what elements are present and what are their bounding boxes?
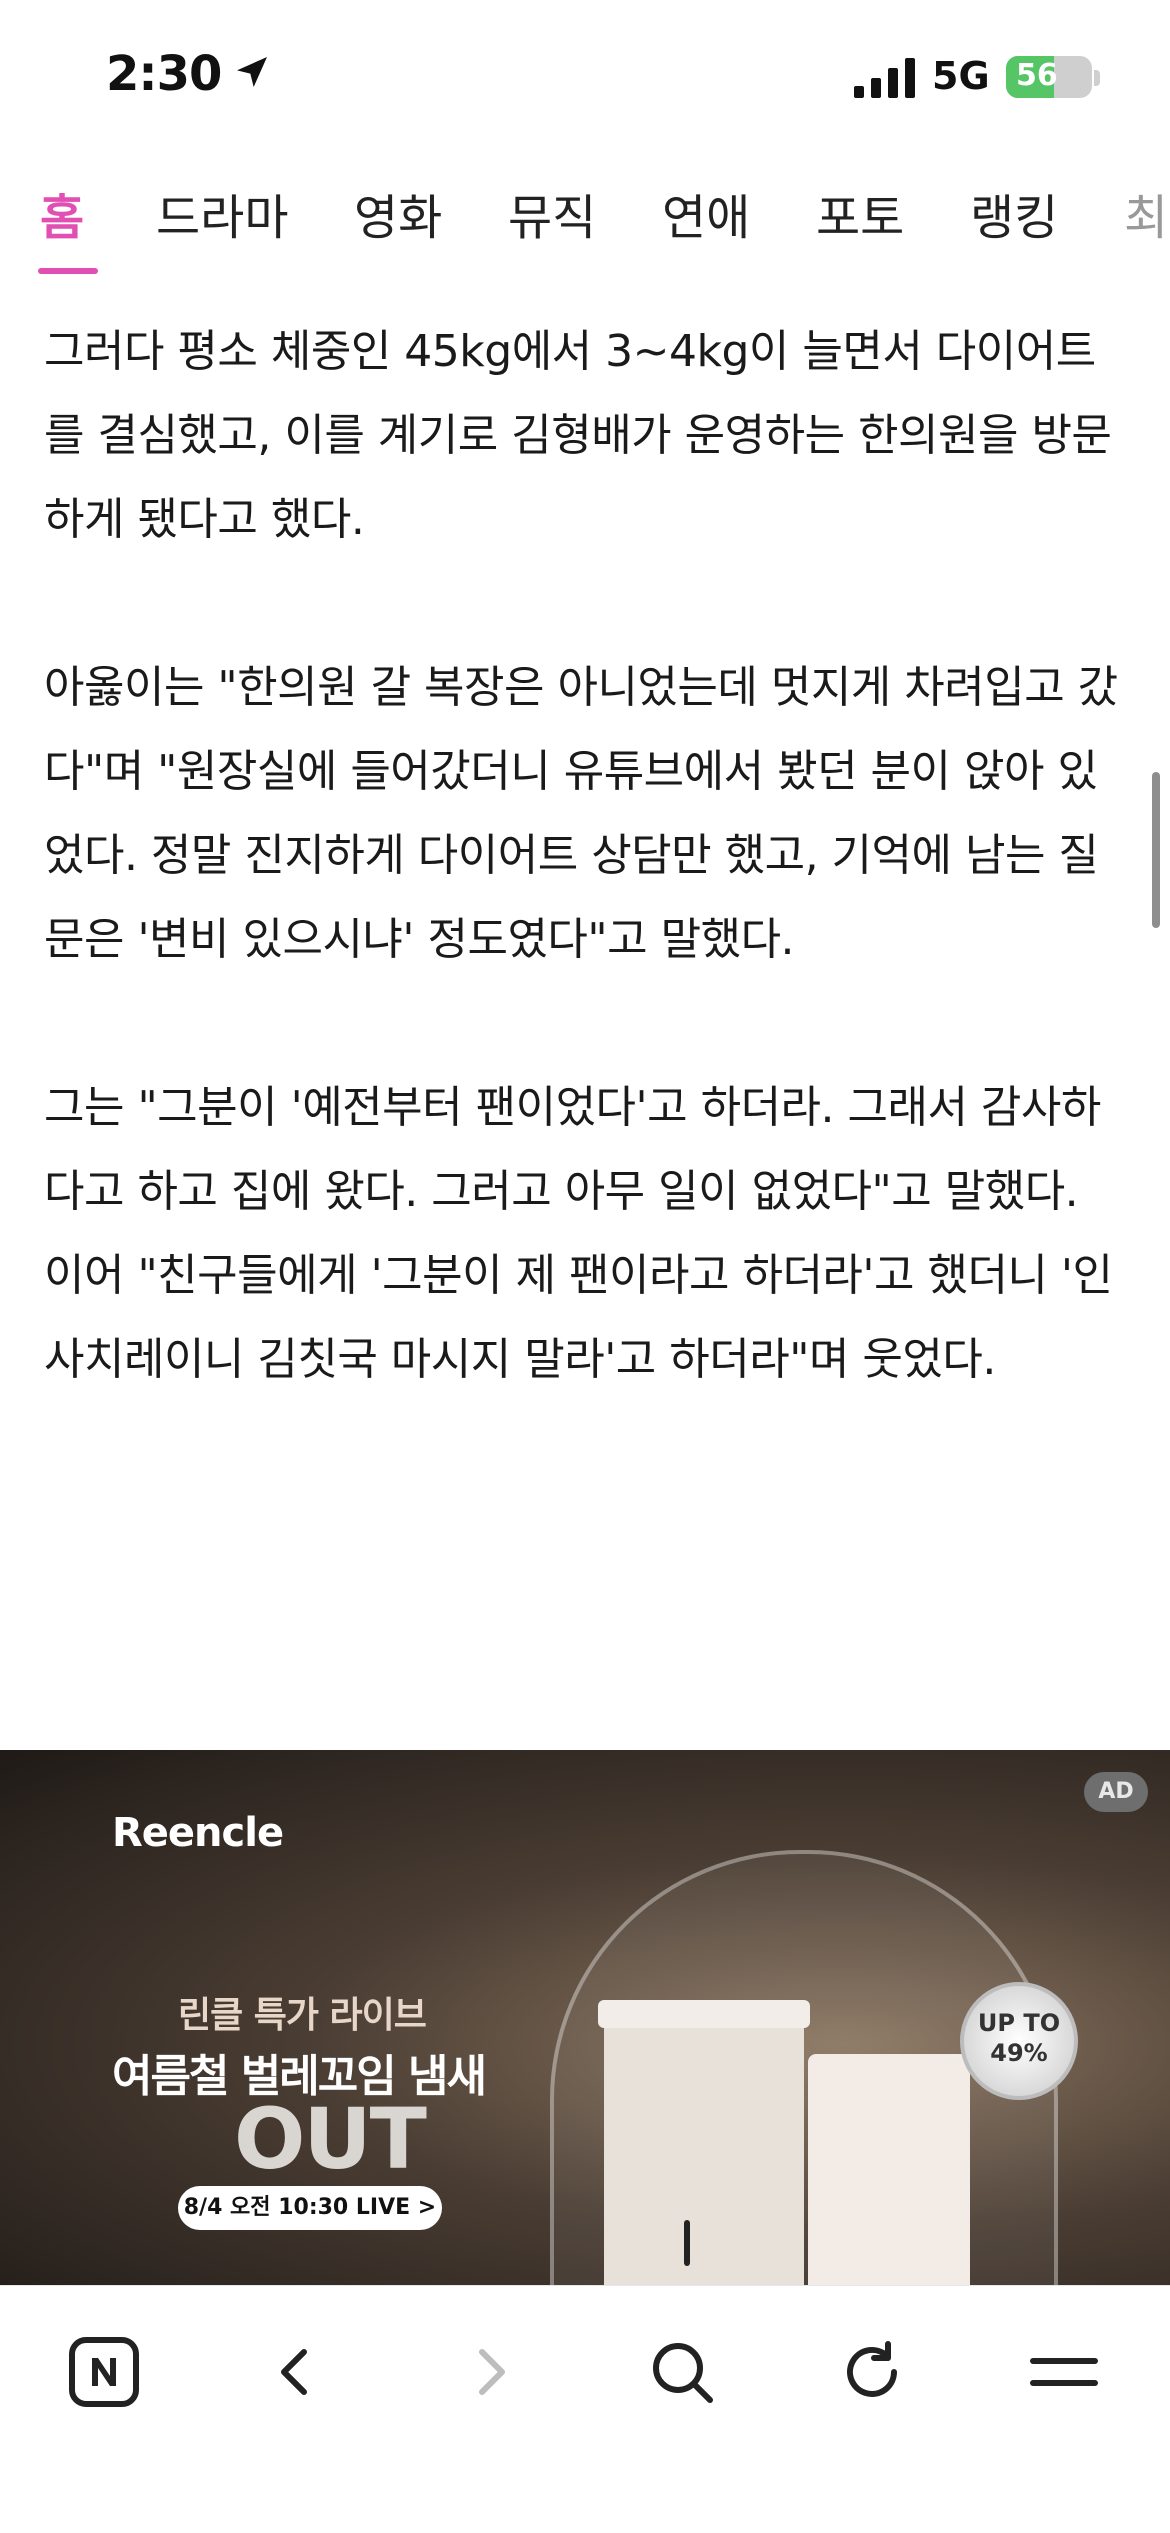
tab-photo[interactable]: 포토 <box>816 178 904 248</box>
ad-badge[interactable]: AD <box>1084 1772 1148 1812</box>
search-button[interactable] <box>632 2322 732 2422</box>
battery-level: 56 <box>1016 58 1058 93</box>
category-tabs: 홈 드라마 영화 뮤직 연애 포토 랭킹 최 <box>0 160 1170 280</box>
tab-home[interactable]: 홈 <box>40 178 84 248</box>
forward-button[interactable] <box>440 2322 540 2422</box>
tab-ranking[interactable]: 랭킹 <box>970 178 1058 248</box>
ad-product-slot <box>684 2220 690 2266</box>
ad-banner[interactable]: Reencle AD 린클 특가 라이브 여름철 벌레꼬임 냄새 OUT 8/4… <box>0 1750 1170 2285</box>
article-paragraph: 그러다 평소 체중인 45kg에서 3~4kg이 늘면서 다이어트를 결심했고,… <box>44 326 1112 545</box>
scroll-indicator[interactable] <box>1152 772 1160 928</box>
tab-entertainment[interactable]: 연애 <box>662 178 750 248</box>
ad-circle-line1: UP TO <box>977 2009 1061 2037</box>
ad-subtitle: 린클 특가 라이브 <box>178 1995 427 2036</box>
battery-tip <box>1094 70 1100 86</box>
cellular-signal-icon <box>854 58 915 98</box>
refresh-icon <box>847 2341 897 2397</box>
status-time: 2:30 <box>106 46 222 102</box>
refresh-button[interactable] <box>822 2322 922 2422</box>
status-bar: 2:30 5G 56 <box>0 0 1170 150</box>
tab-movie[interactable]: 영화 <box>354 178 442 248</box>
ad-product-large <box>604 2012 804 2285</box>
article-body: 그러다 평소 체중인 45kg에서 3~4kg이 늘면서 다이어트를 결심했고,… <box>44 310 1124 1486</box>
location-arrow-icon <box>237 57 267 87</box>
ad-circle-line2: 49% <box>990 2039 1048 2067</box>
ad-discount-badge: UP TO 49% <box>960 1982 1078 2100</box>
ad-product-lid <box>598 2000 810 2028</box>
naver-home-button[interactable] <box>54 2322 154 2422</box>
article-paragraph: 아옳이는 "한의원 갈 복장은 아니었는데 멋지게 차려입고 갔다"며 "원장실… <box>44 662 1118 965</box>
article-paragraph: 그는 "그분이 '예전부터 팬이었다'고 하더라. 그래서 감사하다고 하고 집… <box>44 1082 1113 1385</box>
back-button[interactable] <box>246 2322 346 2422</box>
browser-toolbar <box>0 2285 1170 2533</box>
tab-music[interactable]: 뮤직 <box>508 178 596 248</box>
ad-brand-logo: Reencle <box>112 1810 284 1856</box>
naver-home-icon <box>69 2337 139 2407</box>
menu-button[interactable] <box>1014 2322 1114 2422</box>
network-type: 5G <box>932 54 990 98</box>
forward-icon <box>479 2349 505 2395</box>
ad-product-small <box>808 2054 970 2285</box>
battery-icon: 56 <box>1006 56 1092 98</box>
back-icon <box>281 2349 307 2395</box>
search-icon <box>653 2343 713 2403</box>
active-tab-indicator <box>38 268 98 274</box>
tab-latest[interactable]: 최 <box>1124 178 1168 248</box>
menu-icon <box>1030 2358 1098 2386</box>
tab-drama[interactable]: 드라마 <box>156 178 288 248</box>
ad-live-button[interactable]: 8/4 오전 10:30 LIVE > <box>178 2186 442 2230</box>
ad-big-word: OUT <box>234 2090 427 2188</box>
